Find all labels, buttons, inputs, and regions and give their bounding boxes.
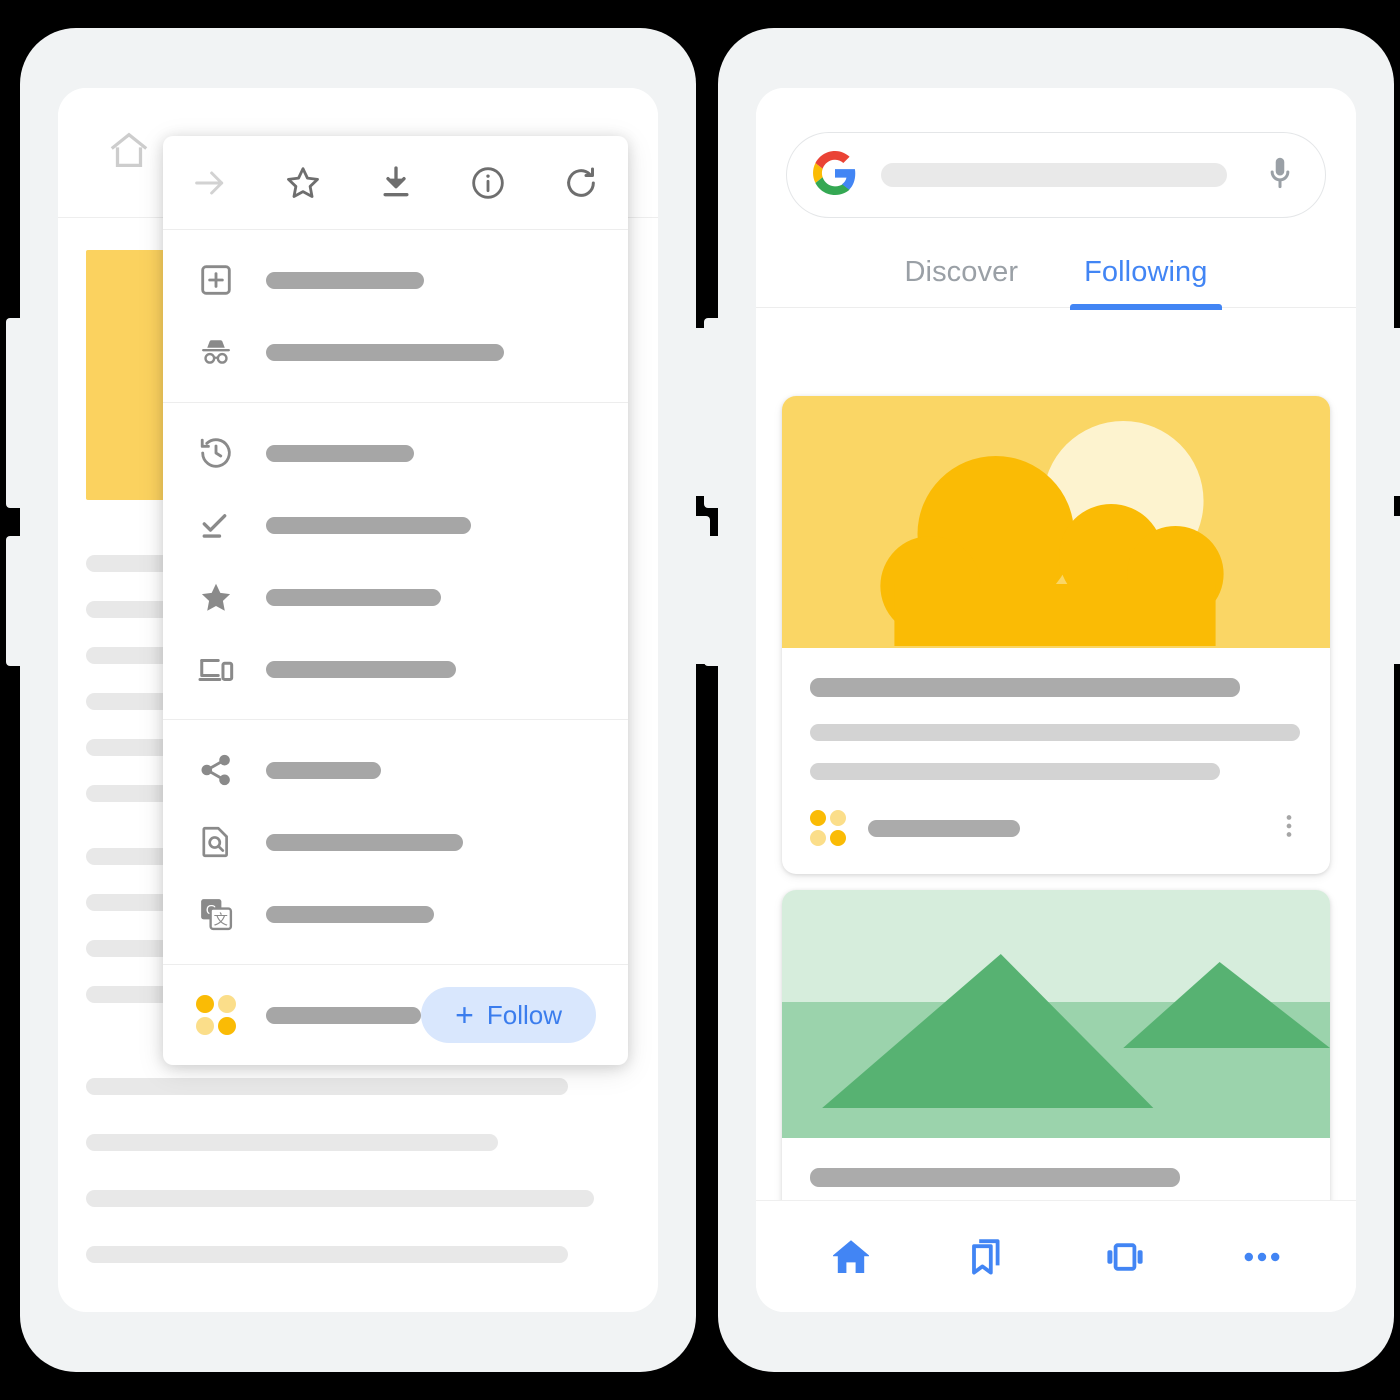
share-icon <box>193 747 239 793</box>
card-source-row <box>782 804 1330 874</box>
menu-item-label <box>266 271 424 289</box>
nav-home[interactable] <box>815 1221 887 1293</box>
find-in-page-icon <box>193 819 239 865</box>
plus-icon: + <box>455 997 474 1033</box>
forward-arrow-icon[interactable] <box>189 162 231 204</box>
volume-button-left-lower[interactable] <box>6 536 22 666</box>
menu-item-downloads[interactable] <box>163 489 628 561</box>
search-input[interactable] <box>881 163 1227 187</box>
phone-mockup-right: Discover Following <box>704 28 1400 1372</box>
menu-item-label <box>266 588 441 606</box>
menu-section-follow: + Follow <box>163 965 628 1065</box>
reload-icon[interactable] <box>560 162 602 204</box>
menu-item-label <box>266 516 471 534</box>
bookmarks-star-icon <box>193 574 239 620</box>
site-favicon-four-dots <box>193 992 239 1038</box>
menu-item-new-tab[interactable] <box>163 244 628 316</box>
discover-feed[interactable] <box>756 380 1356 1294</box>
menu-item-recent-tabs[interactable] <box>163 633 628 705</box>
translate-icon: G 文 <box>193 891 239 937</box>
follow-button[interactable]: + Follow <box>421 987 596 1043</box>
menu-item-label <box>266 444 414 462</box>
discover-header: Discover Following <box>756 88 1356 310</box>
search-bar[interactable] <box>786 132 1326 218</box>
svg-text:文: 文 <box>214 911 228 928</box>
tab-discover[interactable]: Discover <box>896 256 1026 307</box>
site-favicon-four-dots <box>810 810 846 846</box>
incognito-icon <box>193 329 239 375</box>
volume-button-left[interactable] <box>6 318 22 508</box>
nav-more[interactable] <box>1226 1221 1298 1293</box>
page-info-icon[interactable] <box>467 162 509 204</box>
google-g-logo <box>813 150 857 200</box>
phone-mockup-left: G 文 <box>6 28 710 1372</box>
bookmark-star-outline-icon[interactable] <box>282 162 324 204</box>
sun-behind-cloud-illustration <box>782 396 1330 648</box>
downloads-checkmark-icon <box>193 502 239 548</box>
feed-tabs: Discover Following <box>756 256 1356 310</box>
weather-article-card[interactable] <box>782 396 1330 874</box>
menu-item-label <box>266 833 463 851</box>
menu-item-new-incognito-tab[interactable] <box>163 316 628 388</box>
menu-icon-bar <box>163 136 628 230</box>
menu-item-label <box>266 905 434 923</box>
mountain-landscape-illustration <box>782 890 1330 1138</box>
menu-item-follow-site[interactable]: + Follow <box>163 979 628 1051</box>
menu-item-find-in-page[interactable] <box>163 806 628 878</box>
bottom-navigation-bar <box>756 1200 1356 1312</box>
screen-right: Discover Following <box>756 88 1356 1312</box>
side-button-right-lower[interactable] <box>1392 516 1400 664</box>
menu-item-label <box>266 761 381 779</box>
menu-section-page-actions: G 文 <box>163 720 628 965</box>
menu-item-label <box>266 660 456 678</box>
nav-tab-switcher[interactable] <box>1089 1221 1161 1293</box>
more-vertical-icon[interactable] <box>1274 811 1304 846</box>
menu-item-translate[interactable]: G 文 <box>163 878 628 950</box>
menu-item-bookmarks[interactable] <box>163 561 628 633</box>
screen-left: G 文 <box>58 88 658 1312</box>
menu-section-library <box>163 403 628 720</box>
tab-following[interactable]: Following <box>1070 256 1222 310</box>
download-icon[interactable] <box>375 162 417 204</box>
home-icon[interactable] <box>106 127 152 178</box>
menu-section-new-tab <box>163 230 628 403</box>
menu-item-label <box>266 343 504 361</box>
history-icon <box>193 430 239 476</box>
menu-item-label <box>266 1006 421 1024</box>
power-button-right[interactable] <box>1392 328 1400 496</box>
new-tab-icon <box>193 257 239 303</box>
card-text-block <box>782 648 1330 804</box>
nav-bookmarks[interactable] <box>952 1221 1024 1293</box>
follow-button-label: Follow <box>486 999 562 1030</box>
recent-tabs-devices-icon <box>193 646 239 692</box>
menu-item-share[interactable] <box>163 734 628 806</box>
volume-button-right[interactable] <box>704 318 720 508</box>
chrome-overflow-menu: G 文 <box>163 136 628 1065</box>
microphone-icon[interactable] <box>1261 154 1299 197</box>
screenshot-root: G 文 <box>0 0 1400 1400</box>
menu-item-history[interactable] <box>163 417 628 489</box>
volume-button-right-lower[interactable] <box>704 536 720 666</box>
